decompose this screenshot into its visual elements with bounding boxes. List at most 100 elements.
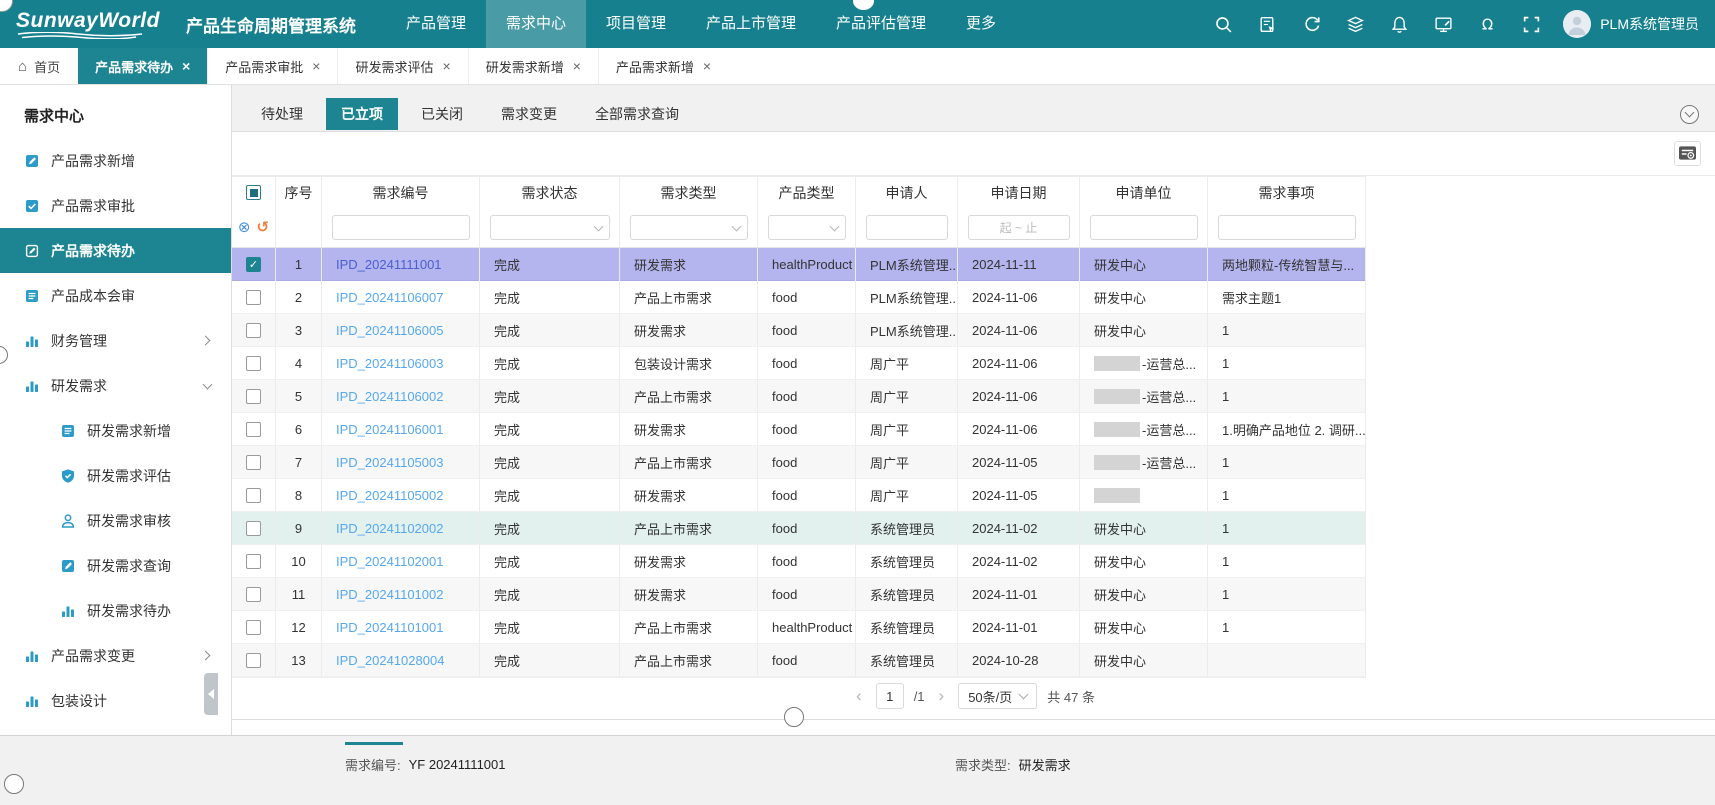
next-page-icon[interactable]: ›	[935, 686, 949, 706]
close-icon[interactable]: ×	[703, 58, 711, 74]
table-row[interactable]: 6IPD_20241106001完成研发需求food周广平2024-11-06-…	[232, 413, 1366, 446]
table-row[interactable]: 3IPD_20241106005完成研发需求foodPLM系统管理...2024…	[232, 314, 1366, 347]
clipboard-icon[interactable]	[1258, 15, 1277, 34]
row-checkbox[interactable]	[246, 620, 261, 635]
sidebar-item[interactable]: 产品需求审批	[0, 183, 231, 228]
splitter-handle[interactable]	[784, 707, 804, 727]
row-checkbox[interactable]	[246, 455, 261, 470]
status-tab[interactable]: 全部需求查询	[580, 98, 694, 130]
search-icon[interactable]	[1214, 15, 1233, 34]
refresh-icon[interactable]	[1302, 15, 1321, 34]
requirement-code-link[interactable]: IPD_20241101001	[336, 620, 443, 635]
splitter-handle[interactable]	[4, 774, 24, 794]
row-checkbox[interactable]	[246, 356, 261, 371]
filter-date-range-input[interactable]	[968, 215, 1070, 240]
table-row[interactable]: 2IPD_20241106007完成产品上市需求foodPLM系统管理...20…	[232, 281, 1366, 314]
close-icon[interactable]: ×	[443, 58, 451, 74]
requirement-code-link[interactable]: IPD_20241101002	[336, 587, 443, 602]
reset-filter-icon[interactable]: ↺	[257, 220, 270, 235]
window-tab[interactable]: 产品需求待办×	[78, 48, 207, 84]
filter-code-input[interactable]	[332, 215, 470, 240]
sidebar-item[interactable]: 包装设计	[0, 678, 231, 723]
window-tab[interactable]: 研发需求新增×	[468, 48, 598, 84]
prev-page-icon[interactable]: ‹	[852, 686, 866, 706]
row-checkbox[interactable]	[246, 554, 261, 569]
requirement-code-link[interactable]: IPD_20241111001	[336, 257, 442, 272]
status-tab[interactable]: 已关闭	[406, 98, 478, 130]
fullscreen-icon[interactable]	[1522, 15, 1541, 34]
collapse-filter-button[interactable]	[1680, 105, 1699, 124]
row-checkbox[interactable]	[246, 488, 261, 503]
filter-status-select[interactable]	[490, 215, 610, 240]
clear-filter-icon[interactable]: ⊗	[238, 220, 251, 235]
layers-icon[interactable]	[1346, 15, 1365, 34]
row-checkbox[interactable]	[246, 290, 261, 305]
screen-edit-icon[interactable]	[1434, 15, 1453, 34]
requirement-code-link[interactable]: IPD_20241102002	[336, 521, 443, 536]
sidebar-item[interactable]: 产品需求待办	[0, 228, 231, 273]
row-checkbox[interactable]	[246, 653, 261, 668]
window-tab[interactable]: 产品需求新增×	[598, 48, 728, 84]
window-tab[interactable]: 研发需求评估×	[337, 48, 467, 84]
window-tab[interactable]: 产品需求审批×	[207, 48, 337, 84]
table-row[interactable]: 7IPD_20241105003完成产品上市需求food周广平2024-11-0…	[232, 446, 1366, 479]
table-row[interactable]: 11IPD_20241101002完成研发需求food系统管理员2024-11-…	[232, 578, 1366, 611]
filter-applicant-input[interactable]	[866, 215, 948, 240]
table-row[interactable]: 12IPD_20241101001完成产品上市需求healthProduct系统…	[232, 611, 1366, 644]
close-icon[interactable]: ×	[312, 58, 320, 74]
requirement-code-link[interactable]: IPD_20241106001	[336, 422, 443, 437]
requirement-code-link[interactable]: IPD_20241106003	[336, 356, 443, 371]
sidebar-item[interactable]: 产品成本会审	[0, 273, 231, 318]
select-all-checkbox[interactable]	[246, 185, 261, 200]
horizontal-splitter[interactable]	[232, 719, 1715, 720]
requirement-code-link[interactable]: IPD_20241106007	[336, 290, 443, 305]
status-tab[interactable]: 已立项	[326, 98, 398, 130]
status-tab[interactable]: 需求变更	[486, 98, 572, 130]
row-checkbox[interactable]	[246, 257, 261, 272]
tab-home[interactable]: ⌂ 首页	[0, 48, 78, 84]
close-icon[interactable]: ×	[182, 58, 190, 74]
table-row[interactable]: 10IPD_20241102001完成研发需求food系统管理员2024-11-…	[232, 545, 1366, 578]
table-row[interactable]: 5IPD_20241106002完成产品上市需求food周广平2024-11-0…	[232, 380, 1366, 413]
status-tab[interactable]: 待处理	[246, 98, 318, 130]
nav-menu-item[interactable]: 更多	[946, 0, 1016, 48]
filter-type-select[interactable]	[630, 215, 748, 240]
requirement-code-link[interactable]: IPD_20241105002	[336, 488, 443, 503]
sidebar-item[interactable]: 研发需求查询	[0, 543, 231, 588]
nav-menu-item[interactable]: 产品评估管理	[816, 0, 946, 48]
row-checkbox[interactable]	[246, 323, 261, 338]
table-row[interactable]: 13IPD_20241028004完成产品上市需求food系统管理员2024-1…	[232, 644, 1366, 677]
omega-icon[interactable]: Ω	[1478, 15, 1497, 34]
row-checkbox[interactable]	[246, 389, 261, 404]
close-icon[interactable]: ×	[573, 58, 581, 74]
requirement-code-link[interactable]: IPD_20241106005	[336, 323, 443, 338]
sidebar-item[interactable]: 研发需求评估	[0, 453, 231, 498]
row-checkbox[interactable]	[246, 521, 261, 536]
requirement-code-link[interactable]: IPD_20241028004	[336, 653, 444, 668]
bell-icon[interactable]	[1390, 15, 1409, 34]
filter-unit-input[interactable]	[1090, 215, 1198, 240]
nav-menu-item[interactable]: 项目管理	[586, 0, 686, 48]
sidebar-item[interactable]: 研发需求新增	[0, 408, 231, 453]
user-menu[interactable]: PLM系统管理员	[1563, 10, 1699, 38]
filter-item-input[interactable]	[1218, 215, 1356, 240]
sidebar-item[interactable]: 研发需求审核	[0, 498, 231, 543]
row-checkbox[interactable]	[246, 587, 261, 602]
table-row[interactable]: 8IPD_20241105002完成研发需求food周广平2024-11-051	[232, 479, 1366, 512]
sidebar-item[interactable]: 研发需求	[0, 363, 231, 408]
row-checkbox[interactable]	[246, 422, 261, 437]
table-row[interactable]: 9IPD_20241102002完成产品上市需求food系统管理员2024-11…	[232, 512, 1366, 545]
sidebar-item[interactable]: 产品需求变更	[0, 633, 231, 678]
nav-menu-item[interactable]: 产品上市管理	[686, 0, 816, 48]
sidebar-collapse-button[interactable]	[204, 673, 218, 715]
table-row[interactable]: 4IPD_20241106003完成包装设计需求food周广平2024-11-0…	[232, 347, 1366, 380]
table-row[interactable]: 1IPD_20241111001完成研发需求healthProductPLM系统…	[232, 248, 1366, 281]
current-page[interactable]: 1	[876, 683, 904, 709]
requirement-code-link[interactable]: IPD_20241102001	[336, 554, 443, 569]
sidebar-item[interactable]: 财务管理	[0, 318, 231, 363]
requirement-code-link[interactable]: IPD_20241105003	[336, 455, 443, 470]
page-size-select[interactable]: 50条/页	[958, 683, 1037, 709]
column-settings-button[interactable]	[1674, 141, 1701, 166]
requirement-code-link[interactable]: IPD_20241106002	[336, 389, 443, 404]
nav-menu-item[interactable]: 需求中心	[486, 0, 586, 48]
